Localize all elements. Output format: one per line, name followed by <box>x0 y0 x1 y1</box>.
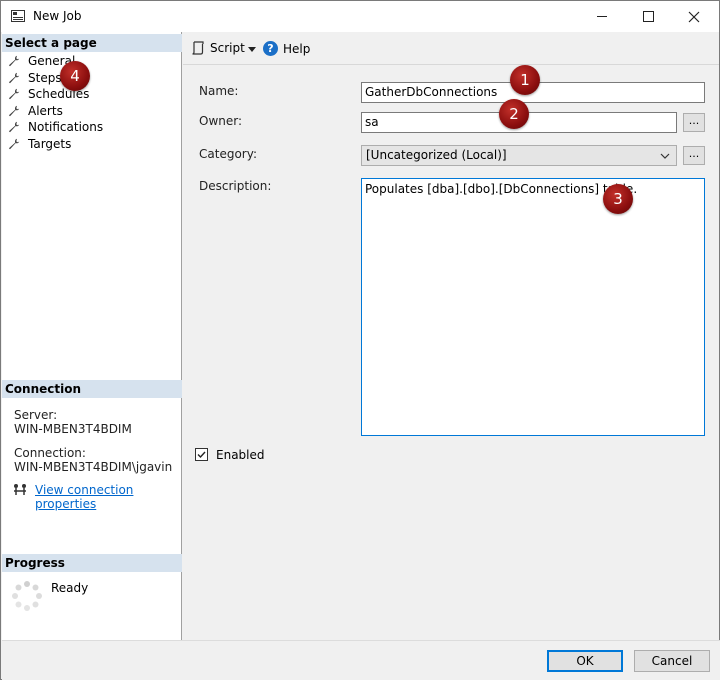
page-item-label: Targets <box>28 136 72 151</box>
wrench-icon <box>8 105 20 116</box>
script-dropdown-arrow[interactable] <box>248 47 256 52</box>
description-textarea[interactable]: Populates [dba].[dbo].[DbConnections] ta… <box>361 178 705 436</box>
help-icon: ? <box>263 41 278 56</box>
enabled-checkbox[interactable] <box>195 448 208 461</box>
annotation-badge-2: 2 <box>499 99 529 129</box>
help-button[interactable]: ? Help <box>263 41 310 56</box>
page-item-label: Alerts <box>28 103 63 118</box>
category-select[interactable]: [Uncategorized (Local)] <box>361 145 677 166</box>
connection-header: Connection <box>2 380 182 398</box>
job-window-icon <box>11 10 25 22</box>
connection-label: Connection: <box>14 446 86 460</box>
view-connection-properties-link[interactable]: View connection properties <box>35 483 181 511</box>
owner-label: Owner: <box>199 114 243 128</box>
page-item-notifications[interactable]: Notifications <box>8 119 103 136</box>
category-selected-value: [Uncategorized (Local)] <box>366 148 507 162</box>
enabled-label: Enabled <box>216 448 265 462</box>
category-browse-button[interactable]: ... <box>683 146 705 165</box>
description-label: Description: <box>199 179 272 193</box>
annotation-badge-4: 4 <box>60 61 90 91</box>
script-icon <box>192 41 204 55</box>
annotation-badge-1: 1 <box>510 65 540 95</box>
wrench-icon <box>8 72 20 83</box>
wrench-icon <box>8 122 20 133</box>
page-item-alerts[interactable]: Alerts <box>8 103 103 120</box>
connection-properties-icon <box>14 484 26 495</box>
minimize-icon <box>597 16 607 17</box>
name-label: Name: <box>199 84 239 98</box>
page-item-schedules[interactable]: Schedules <box>8 86 103 103</box>
script-label: Script <box>210 41 245 55</box>
wrench-icon <box>8 138 20 149</box>
page-item-label: Notifications <box>28 120 104 135</box>
page-item-label: Steps <box>28 70 62 85</box>
ok-button[interactable]: OK <box>547 650 623 672</box>
server-value: WIN-MBEN3T4BDIM <box>14 422 132 436</box>
close-icon <box>688 11 700 22</box>
script-button[interactable]: Script <box>191 41 245 55</box>
page-list: General Steps Schedules Alerts Notificat… <box>8 53 103 152</box>
new-job-dialog: New Job Select a page General Steps Sche… <box>0 0 720 680</box>
minimize-button[interactable] <box>579 1 625 32</box>
close-button[interactable] <box>671 1 717 32</box>
left-pane: Select a page General Steps Schedules Al… <box>2 32 182 640</box>
progress-status: Ready <box>51 581 89 595</box>
page-item-targets[interactable]: Targets <box>8 136 103 153</box>
toolbar: Script ? Help <box>183 32 719 65</box>
wrench-icon <box>8 89 20 100</box>
connection-value: WIN-MBEN3T4BDIM\jgavin <box>14 460 173 474</box>
title-bar: New Job <box>1 1 719 32</box>
help-label: Help <box>283 41 311 56</box>
progress-spinner-icon <box>12 581 42 611</box>
category-label: Category: <box>199 147 257 161</box>
wrench-icon <box>8 56 20 67</box>
dialog-button-bar: OK Cancel <box>2 640 720 680</box>
chevron-down-icon <box>660 153 670 159</box>
general-page-content: Name: GatherDbConnections Owner: sa ... … <box>183 65 719 640</box>
window-title: New Job <box>33 9 82 23</box>
checkmark-icon <box>197 451 206 459</box>
maximize-icon <box>642 11 654 22</box>
maximize-button[interactable] <box>625 1 671 32</box>
server-label: Server: <box>14 408 58 422</box>
annotation-badge-3: 3 <box>603 184 633 214</box>
select-page-header: Select a page <box>2 34 182 52</box>
cancel-button[interactable]: Cancel <box>634 650 710 672</box>
page-item-general[interactable]: General <box>8 53 103 70</box>
progress-header: Progress <box>2 554 182 572</box>
owner-browse-button[interactable]: ... <box>683 113 705 132</box>
